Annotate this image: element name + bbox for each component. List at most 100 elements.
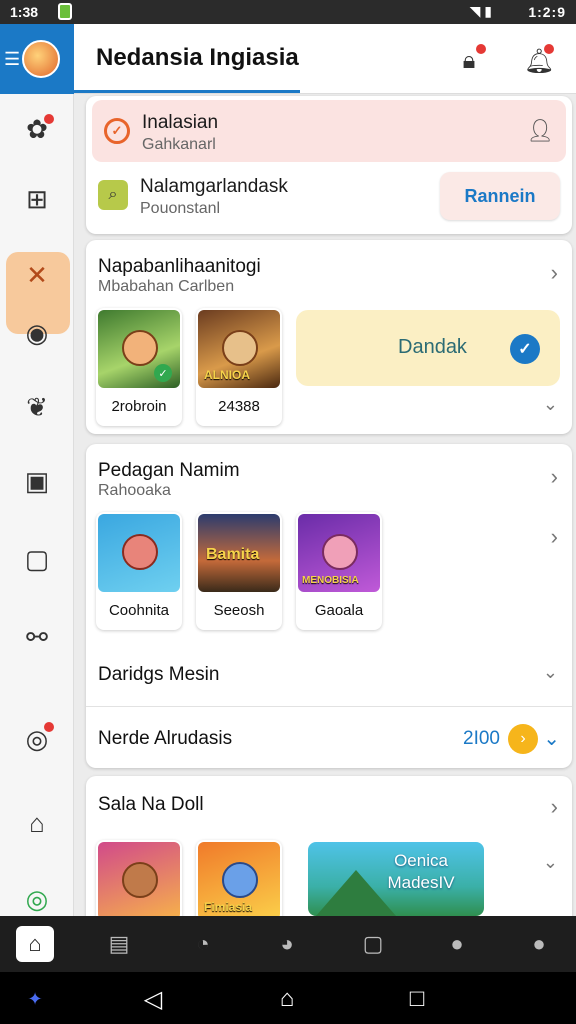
- assistant-icon[interactable]: ✦: [20, 984, 50, 1014]
- rail-shop-dot: [44, 722, 54, 732]
- home-icon[interactable]: ⌂: [16, 926, 54, 962]
- home-system-icon[interactable]: ⌂: [272, 984, 302, 1014]
- character-icon: [222, 330, 258, 366]
- rail-document-icon[interactable]: ▣: [20, 464, 54, 498]
- game-tile[interactable]: Bamita Seeosh: [196, 512, 282, 630]
- bell-notification-dot: [544, 44, 554, 54]
- chevron-right-icon[interactable]: ›: [551, 260, 558, 286]
- grid-icon[interactable]: ▤: [100, 926, 138, 962]
- section-2-subtitle: Rahooaka: [98, 482, 171, 499]
- title-underline: [74, 90, 300, 93]
- character-icon: [122, 862, 158, 898]
- status-bar: 1:38 ◥ ▮ 1:2:9: [0, 0, 576, 24]
- collapsible-row-label[interactable]: Daridgs Mesin: [98, 664, 219, 686]
- section-1-subtitle: Mbabahan Carlben: [98, 278, 235, 295]
- section-1-title: Napabanlihaanitogi: [98, 256, 261, 277]
- status-time: 1:38: [10, 4, 39, 20]
- game-art: [98, 842, 180, 920]
- section-card-3: Sala Na Doll › Fimiasia Oenica MadesIV ⌄: [86, 776, 572, 958]
- alert-icon: ✓: [104, 118, 130, 144]
- globe-icon[interactable]: ◕: [268, 926, 306, 962]
- game-tile[interactable]: Coohnita: [96, 512, 182, 630]
- game-tile-label: Seeosh: [213, 602, 265, 619]
- game-tile-label: Coohnita: [108, 602, 170, 619]
- chevron-right-icon[interactable]: ›: [551, 794, 558, 820]
- menu-icon[interactable]: ☰: [4, 50, 20, 68]
- section-card-2: Pedagan Namim Rahooaka › Coohnita Bamita…: [86, 444, 572, 768]
- alert-row[interactable]: ✓ Inalasian Gahkanarl 👤︎: [92, 100, 566, 162]
- promo-banner[interactable]: Oenica MadesIV: [308, 842, 484, 916]
- alert-subtitle: Gahkanarl: [142, 136, 216, 153]
- status-clock-right: 1:2:9: [528, 4, 566, 20]
- alert-title: Inalasian: [142, 112, 219, 133]
- mascot-icon: [22, 40, 60, 78]
- lock-notification-dot: [476, 44, 486, 54]
- left-rail: ☰ ✿ ⊞ ✕ ◉ ❦ ▣ ▢ ⚯ ◎ ⌂ ◎: [0, 24, 74, 916]
- section-2-title: Pedagan Namim: [98, 460, 240, 481]
- account-icon[interactable]: ●: [520, 926, 558, 962]
- profile-icon[interactable]: ●: [438, 926, 476, 962]
- rail-target-icon[interactable]: ◎: [20, 882, 54, 916]
- rail-add-icon[interactable]: ⊞: [20, 182, 54, 216]
- rail-tools-icon[interactable]: ✕: [20, 258, 54, 292]
- top-bar: Nedansia Ingiasia 🔒︎ 🔔︎: [74, 24, 576, 94]
- game-art: Fimiasia: [198, 842, 280, 920]
- rail-wallet-icon[interactable]: ▢: [20, 542, 54, 576]
- game-tile[interactable]: ALNIOA 24388: [196, 308, 282, 426]
- chevron-down-icon[interactable]: ⌄: [543, 394, 558, 415]
- check-icon: ✓: [510, 334, 540, 364]
- character-icon: [122, 330, 158, 366]
- compass-icon[interactable]: ◔: [184, 926, 222, 962]
- coin-icon: ›: [508, 724, 538, 754]
- play-icon: ✓: [154, 364, 172, 382]
- divider: [86, 706, 572, 707]
- rail-leaf-icon[interactable]: ❦: [20, 390, 54, 424]
- chevron-right-icon[interactable]: ›: [551, 524, 558, 550]
- game-art-caption: Fimiasia: [204, 900, 253, 914]
- game-tile[interactable]: ✓ 2robroin: [96, 308, 182, 426]
- rail-link-icon[interactable]: ⚯: [20, 620, 54, 654]
- game-art-caption: ALNIOA: [204, 368, 250, 382]
- game-tile[interactable]: MENOBISIA Gaoala: [296, 512, 382, 630]
- tablet-icon[interactable]: ▢: [354, 926, 392, 962]
- game-art: ✓: [98, 310, 180, 388]
- app-logo[interactable]: ☰: [0, 24, 74, 94]
- game-art-caption: MENOBISIA: [302, 575, 359, 586]
- character-icon: [322, 534, 358, 570]
- account-row-subtitle: Pouonstanl: [140, 200, 221, 217]
- character-icon: [122, 534, 158, 570]
- balance-row-label[interactable]: Nerde Alrudasis: [98, 728, 232, 750]
- account-card: ✓ Inalasian Gahkanarl 👤︎ ⌕ Nalamgarlanda…: [86, 96, 572, 234]
- promo-banner[interactable]: Dandak ✓: [296, 310, 560, 386]
- rail-bag-icon[interactable]: ⌂: [20, 806, 54, 840]
- shield-icon: [58, 3, 72, 20]
- section-3-title: Sala Na Doll: [98, 794, 204, 815]
- bottom-nav: ⌂ ▤ ◔ ◕ ▢ ● ●: [0, 916, 576, 972]
- rail-notification-dot: [44, 114, 54, 124]
- chevron-down-icon[interactable]: ⌄: [543, 852, 558, 873]
- search-icon: ⌕: [98, 180, 128, 210]
- run-button[interactable]: Rannein: [440, 172, 560, 220]
- promo-label: Oenica MadesIV: [387, 851, 455, 892]
- recents-icon[interactable]: □: [402, 984, 432, 1014]
- signal-icon: ◥ ▮: [469, 3, 492, 19]
- chevron-down-icon[interactable]: ⌄: [543, 662, 558, 683]
- game-tile-label: 2robroin: [111, 398, 167, 415]
- rail-search-icon[interactable]: ◉: [20, 316, 54, 350]
- system-nav: ✦ ◁ ⌂ □: [0, 972, 576, 1024]
- character-icon: [222, 862, 258, 898]
- chevron-right-icon[interactable]: ›: [551, 464, 558, 490]
- balance-count: 2I00: [463, 728, 500, 749]
- game-art: MENOBISIA: [298, 514, 380, 592]
- back-icon[interactable]: ◁: [138, 984, 168, 1014]
- game-art: ALNIOA: [198, 310, 280, 388]
- promo-label: Dandak: [398, 336, 467, 358]
- user-icon[interactable]: 👤︎: [526, 118, 554, 144]
- game-art-caption: Bamita: [206, 546, 260, 563]
- chevron-down-icon[interactable]: ⌄: [543, 726, 560, 751]
- section-card-1: Napabanlihaanitogi Mbabahan Carlben › ✓ …: [86, 240, 572, 434]
- page-title: Nedansia Ingiasia: [96, 44, 299, 71]
- game-art: Bamita: [198, 514, 280, 592]
- account-row-title: Nalamgarlandask: [140, 176, 288, 197]
- game-art: [98, 514, 180, 592]
